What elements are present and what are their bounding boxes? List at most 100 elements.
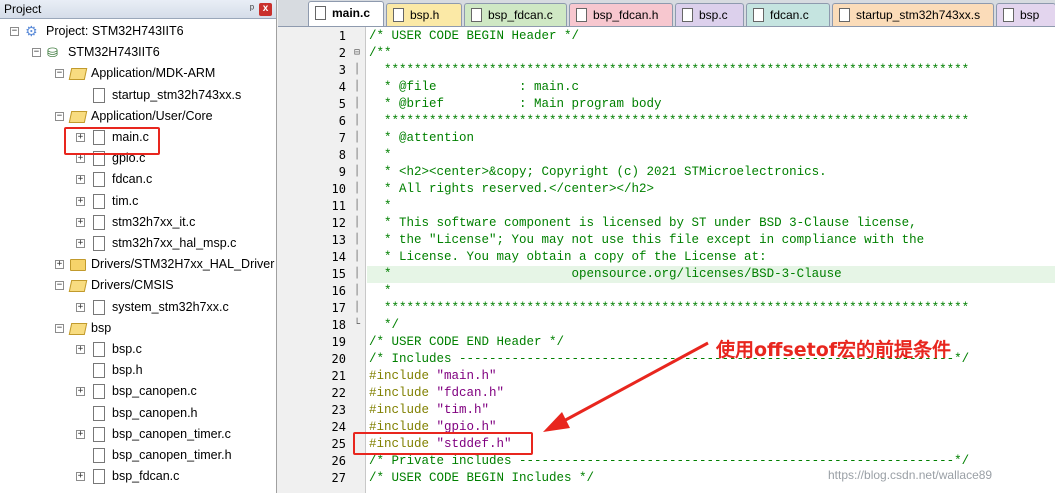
tree-item-label: bsp_canopen.c [112,384,197,399]
tree-item-label: stm32h7xx_hal_msp.c [112,236,237,250]
line-number: 20 [331,352,346,366]
file-icon [93,172,105,188]
fold-collapse-icon[interactable]: ⊟ [354,47,360,58]
code-comment: * This software component is licensed by… [369,216,917,230]
tree-item[interactable]: + bsp_fdcan.c [0,466,272,487]
tree-item[interactable]: bsp.h [0,360,272,381]
tree-item-label: stm32h7xx_it.c [112,214,196,229]
tree-item[interactable]: + bsp_canopen.c [0,381,272,402]
code-string: "fdcan.h" [436,386,505,400]
line-number: 1 [338,29,346,43]
tree-item-label: bsp [91,320,112,335]
tree-item[interactable]: − Drivers/CMSIS [0,275,272,296]
expand-icon[interactable]: + [76,154,85,164]
line-number: 3 [338,63,346,77]
pin-icon[interactable]: ᵖ [250,0,254,18]
line-number: 24 [331,420,346,434]
tree-item-label: bsp_canopen_timer.c [112,426,231,441]
code-line: /* USER CODE BEGIN Header */ [367,28,1055,45]
tree-item[interactable]: − ⚙ Project: STM32H743IIT6 [0,21,272,42]
tab-label: bsp_fdcan.c [488,8,553,22]
editor-area: main.c bsp.h bsp_fdcan.c bsp_fdcan.h bsp.c fd… [278,0,1055,493]
expand-icon[interactable]: + [76,429,85,439]
line-number: 17 [331,301,346,315]
file-icon [753,8,764,22]
expand-icon[interactable]: + [76,196,85,206]
tree-item[interactable]: + bsp.c [0,339,272,360]
file-icon [1003,8,1014,22]
tree-item[interactable]: + tim.c [0,191,272,212]
code-line: #include "fdcan.h" [367,385,1055,402]
expand-icon[interactable]: + [76,302,85,312]
code-view[interactable]: /* USER CODE BEGIN Header *//** ********… [367,27,1055,493]
expand-icon[interactable]: + [76,217,85,227]
tab-startup-stm32h743xx-s[interactable]: startup_stm32h743xx.s [832,3,994,26]
collapse-icon[interactable]: − [55,111,64,121]
tab-bsp[interactable]: bsp [996,3,1055,26]
tab-bsp-fdcan-c[interactable]: bsp_fdcan.c [464,3,567,26]
tab-bsp-h[interactable]: bsp.h [386,3,462,26]
fold-guide: │ [354,149,361,160]
code-comment: * @brief : Main program body [369,97,662,111]
tree-item-label: bsp_fdcan.c [112,469,180,484]
stddef-include-highlight-box [353,432,533,455]
code-line: #include "tim.h" [367,402,1055,419]
code-comment: ****************************************… [369,114,970,128]
tree-item[interactable]: startup_stm32h743xx.s [0,85,272,106]
tab-main-c[interactable]: main.c [308,1,384,26]
expand-icon[interactable]: + [76,387,85,397]
line-number: 11 [331,199,346,213]
code-comment: * @attention [369,131,475,145]
code-line: * This software component is licensed by… [367,215,1055,232]
project-panel: Project ᵖ x − ⚙ Project: STM32H743IIT6− ⛁ ST… [0,0,277,493]
code-comment: /* Private includes --------------------… [369,454,970,468]
code-line: * All rights reserved.</center></h2> [367,181,1055,198]
folder-icon [70,259,86,272]
expand-icon[interactable]: + [55,260,64,270]
tree-item[interactable]: − Application/User/Core [0,106,272,127]
expand-icon[interactable]: + [76,345,85,354]
tree-item[interactable]: − ⛁ STM32H743IIT6 [0,42,272,63]
collapse-icon[interactable]: − [10,27,19,36]
expand-icon[interactable]: + [76,175,85,185]
tree-item[interactable]: + stm32h7xx_it.c [0,212,272,233]
tree-item[interactable]: − Application/MDK-ARM [0,63,272,84]
collapse-icon[interactable]: − [55,323,64,333]
fold-guide: └ [354,319,361,330]
collapse-icon[interactable]: − [32,48,41,58]
code-comment: /* USER CODE END Header */ [369,335,565,349]
tree-item[interactable]: + bsp_canopen_timer.c [0,424,272,445]
file-icon [471,8,482,22]
line-number: 5 [338,97,346,111]
line-number: 12 [331,216,346,230]
code-line: * @brief : Main program body [367,96,1055,113]
fold-guide: │ [354,285,361,296]
file-icon [93,448,105,463]
collapse-icon[interactable]: − [55,69,64,79]
tree-item-label: bsp_canopen.h [112,405,198,420]
close-icon[interactable]: x [259,3,272,16]
code-directive: #include [369,386,437,400]
panel-title: Project [4,2,42,16]
collapse-icon[interactable]: − [55,281,64,291]
tree-item-label: system_stm32h7xx.c [112,299,229,314]
code-directive: #include [369,403,437,417]
expand-icon[interactable]: + [76,472,85,482]
tree-item[interactable]: + fdcan.c [0,169,272,190]
tab-fdcan-c[interactable]: fdcan.c [746,3,830,26]
tab-bsp-c[interactable]: bsp.c [675,3,744,26]
folder-open-icon [68,280,88,293]
line-number: 13 [331,233,346,247]
line-number: 6 [338,114,346,128]
tree-item[interactable]: bsp_canopen_timer.h [0,445,272,466]
tree-item[interactable]: − bsp [0,318,272,339]
tab-bsp-fdcan-h[interactable]: bsp_fdcan.h [569,3,673,26]
tree-item[interactable]: + Drivers/STM32H7xx_HAL_Driver [0,254,274,275]
tree-item[interactable]: bsp_canopen.h [0,403,272,424]
expand-icon[interactable]: + [76,239,85,248]
tab-label: bsp_fdcan.h [593,8,659,22]
code-comment: * [369,148,392,162]
tree-item[interactable]: + stm32h7xx_hal_msp.c [0,233,272,254]
tree-item[interactable]: + system_stm32h7xx.c [0,297,272,318]
tree-item-label: startup_stm32h743xx.s [112,87,242,102]
